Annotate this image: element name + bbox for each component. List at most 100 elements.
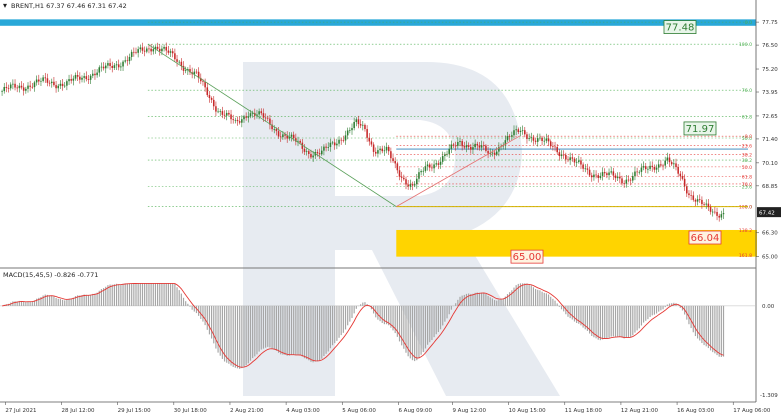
candle-body [387,146,390,152]
candle-body [511,135,513,137]
candle-body [379,148,381,151]
candle-body [169,51,172,53]
candle-body [342,140,345,141]
candle-body [681,176,684,179]
y-tick-label: 66.30 [762,231,778,237]
x-tick-label: 5 Aug 06:00 [342,408,376,414]
candle-body [558,152,561,157]
candle-body [573,158,576,163]
y-tick-label: 75.20 [762,67,778,73]
candle-body [565,155,567,160]
candle-body [1,91,3,92]
candle-body [599,175,602,178]
candle-body [150,48,152,52]
candle-body [398,170,401,177]
candle-body [94,73,96,76]
candle-body [428,164,431,168]
candle-body [92,73,94,76]
candle-body [718,215,720,218]
candle-body [623,183,625,184]
candle-body [612,171,615,176]
candle-body [688,193,690,196]
candle-body [146,48,148,52]
candle-body [662,165,664,167]
candle-body [236,119,239,122]
candle-body [128,56,131,62]
candle-body [513,130,515,136]
candle-body [569,157,571,161]
candle-body [441,156,444,162]
candle-body [524,130,526,135]
candle-body [407,184,409,187]
candle-body [640,167,643,172]
candle-body [392,158,394,162]
candle-body [223,114,226,116]
candle-body [549,141,552,147]
candle-body [29,85,31,87]
candle-body [374,151,377,154]
candle-body [673,163,675,165]
candle-body [446,153,448,155]
x-tick-label: 17 Aug 06:00 [733,408,771,414]
candle-body [152,49,155,52]
candle-body [675,163,677,168]
symbol-dropdown-icon[interactable]: ▾ [3,1,7,10]
candle-body [243,116,245,120]
y-tick-label: 76.50 [762,43,778,49]
candle-body [696,199,699,202]
candle-body [664,160,666,166]
chart-canvas: 0.0100.076.061.850.038.223.60.00.023.638… [0,0,781,414]
candle-body [472,147,474,150]
candle-body [409,184,412,187]
candle-body [584,168,587,170]
macd-panel[interactable]: 0.00 -1.309 [0,282,778,399]
candle-body [649,165,651,169]
resistance-band [0,19,756,26]
candle-body [547,138,550,142]
fibo-red-label: 61.8 [742,175,752,181]
candle-body [117,64,120,68]
candle-body [165,46,168,51]
candle-body [396,163,399,171]
candle-body [567,159,569,161]
candle-body [709,207,712,212]
price-annotation-label: 77.48 [666,23,695,34]
candle-body [383,150,386,152]
candle-body [690,195,692,196]
fibo-green-label: 100.0 [739,42,752,48]
candle-body [368,137,371,142]
y-tick-label: 68.85 [762,184,778,190]
x-tick-label: 9 Aug 12:00 [452,408,486,414]
candle-body [66,81,68,86]
candle-body [457,142,459,146]
candle-body [439,161,442,165]
candle-body [76,75,79,77]
candle-body [126,60,129,62]
candle-body [275,129,278,132]
candle-body [111,66,114,68]
candle-body [422,170,425,172]
candle-body [601,172,604,176]
candle-body [234,119,237,121]
candle-body [210,98,213,100]
candle-body [420,171,422,173]
candle-body [575,161,578,163]
candle-body [215,106,217,112]
candle-body [72,78,75,81]
candle-body [670,162,673,165]
candle-body [385,146,388,151]
y-tick-label: 71.40 [762,137,778,143]
candle-body [588,169,591,176]
candle-body [113,65,116,68]
candle-body [31,86,34,88]
candle-body [647,168,649,170]
candle-body [595,174,597,176]
macd-header-title: MACD(15,45,5) -0.826 -0.771 [3,271,98,279]
candle-body [217,111,219,113]
y-axis: 77.75 76.50 75.20 73.95 72.65 71.40 70.10 68.85… [756,20,781,261]
fibo-red-label: 38.2 [742,153,752,159]
candle-body [232,119,234,121]
candle-body [137,49,139,53]
candle-body [50,81,53,84]
candle-body [480,145,483,148]
